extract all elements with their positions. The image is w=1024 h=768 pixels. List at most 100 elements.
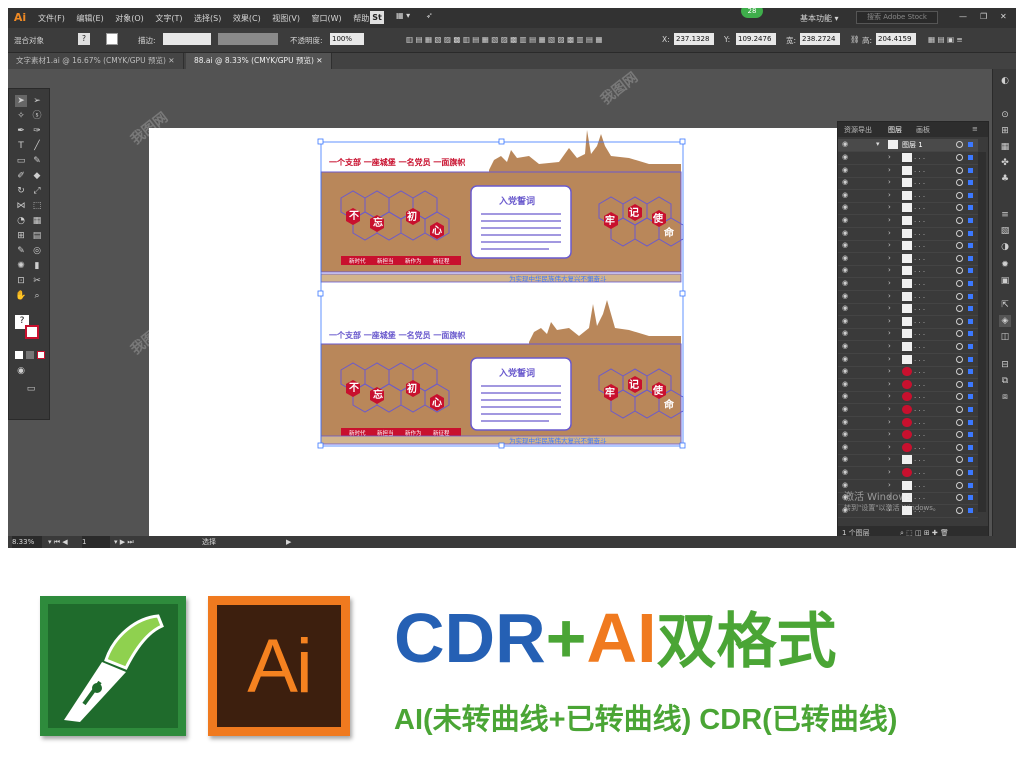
minimize-icon[interactable]: — <box>959 12 967 21</box>
target-icon[interactable] <box>956 292 963 300</box>
close-icon[interactable]: ✕ <box>1000 12 1007 21</box>
tab-asset-export[interactable]: 资源导出 <box>844 125 872 135</box>
expand-arrow-icon[interactable]: › <box>888 279 891 287</box>
expand-arrow-icon[interactable]: › <box>888 443 891 451</box>
lasso-tool-icon[interactable]: ⓢ <box>31 110 43 122</box>
expand-arrow-icon[interactable]: › <box>888 430 891 438</box>
panel-menu-icon[interactable]: ≡ <box>972 125 978 133</box>
target-icon[interactable] <box>956 305 963 313</box>
menu-view[interactable]: 视图(V) <box>272 14 300 23</box>
free-transform-tool-icon[interactable]: ⬚ <box>31 200 43 212</box>
target-icon[interactable] <box>956 179 963 187</box>
target-icon[interactable] <box>956 204 963 212</box>
menu-select[interactable]: 选择(S) <box>194 14 221 23</box>
rotate-tool-icon[interactable]: ↻ <box>15 185 27 197</box>
target-icon[interactable] <box>956 229 963 237</box>
align-controls[interactable]: ▥ ▤ ▦ ▧ ▨ ▩ ▥ ▤ ▦ ▧ ▨ ▩ ▥ ▤ ▦ ▧ ▨ ▩ ▥ ▤ … <box>406 35 603 44</box>
transparency-panel-icon[interactable]: ◑ <box>999 241 1011 253</box>
selection-indicator[interactable] <box>968 167 973 173</box>
target-icon[interactable] <box>956 481 963 489</box>
visibility-eye-icon[interactable]: ◉ <box>842 204 850 211</box>
stroke-panel-icon[interactable]: ≡ <box>999 209 1011 221</box>
selection-indicator[interactable] <box>968 255 973 261</box>
visibility-eye-icon[interactable]: ◉ <box>842 191 850 199</box>
variable-width-profile[interactable] <box>218 33 278 45</box>
shaper-tool-icon[interactable]: ✐ <box>15 170 27 182</box>
selection-indicator[interactable] <box>968 407 973 412</box>
export-panel-icon[interactable]: ⇱ <box>999 299 1011 311</box>
target-icon[interactable] <box>956 267 963 275</box>
fill-swatch[interactable]: ? <box>78 33 90 45</box>
y-input[interactable]: 109.2476 <box>736 33 776 45</box>
gradient-mode-icon[interactable] <box>26 351 34 359</box>
color-mode-icon[interactable] <box>15 351 23 359</box>
target-icon[interactable] <box>956 368 963 376</box>
target-icon[interactable] <box>956 456 963 464</box>
x-input[interactable]: 237.1328 <box>674 33 714 45</box>
line-tool-icon[interactable]: ╱ <box>31 140 43 152</box>
target-icon[interactable] <box>956 242 963 250</box>
layer-row[interactable]: ◉ › . . . <box>838 467 978 480</box>
layer-row[interactable]: ◉ › . . . <box>838 429 978 443</box>
symbols-panel-icon[interactable]: ♣ <box>999 173 1011 185</box>
arrange-documents-icon[interactable]: ▦ ▾ <box>396 11 410 20</box>
layer-row[interactable]: ◉ › . . . <box>838 404 978 417</box>
target-icon[interactable] <box>956 393 963 401</box>
layer-row[interactable]: ◉ › . . . <box>838 202 978 216</box>
expand-arrow-icon[interactable]: › <box>888 241 891 249</box>
zoom-menu-icon[interactable]: ▾ ⏮ ◀ <box>48 536 68 548</box>
target-icon[interactable] <box>956 217 963 224</box>
properties-panel-icon[interactable]: ⊙ <box>999 109 1011 121</box>
screen-mode-icon[interactable]: ▭ <box>23 383 39 395</box>
rectangle-tool-icon[interactable]: ▭ <box>15 155 27 167</box>
paintbrush-tool-icon[interactable]: ✎ <box>31 155 43 167</box>
eyedropper-tool-icon[interactable]: ✎ <box>15 245 27 257</box>
swatches-panel-icon[interactable]: ▦ <box>999 141 1011 153</box>
selection-indicator[interactable] <box>968 507 973 513</box>
target-icon[interactable] <box>956 355 963 363</box>
target-icon[interactable] <box>956 443 963 451</box>
restore-icon[interactable]: ❐ <box>980 12 987 21</box>
gpu-performance-icon[interactable]: ➶ <box>426 11 433 20</box>
color-panel-icon[interactable]: ◐ <box>999 75 1011 87</box>
target-icon[interactable] <box>956 380 963 388</box>
selection-indicator[interactable] <box>968 432 973 438</box>
target-icon[interactable] <box>956 166 963 174</box>
visibility-eye-icon[interactable]: ◉ <box>842 431 850 438</box>
visibility-eye-icon[interactable]: ◉ <box>842 305 850 312</box>
artboard-nav-icon[interactable]: ▾ ▶ ⏭ <box>114 536 134 548</box>
constrain-proportions-icon[interactable]: ⛓ <box>850 35 860 44</box>
menu-file[interactable]: 文件(F) <box>38 14 65 23</box>
visibility-eye-icon[interactable]: ◉ <box>842 154 850 161</box>
blend-tool-icon[interactable]: ◎ <box>31 245 43 257</box>
visibility-eye-icon[interactable]: ◉ <box>842 406 850 413</box>
target-icon[interactable] <box>956 343 963 350</box>
column-graph-tool-icon[interactable]: ▮ <box>31 260 43 272</box>
expand-arrow-icon[interactable]: › <box>888 191 891 199</box>
visibility-eye-icon[interactable]: ◉ <box>842 229 850 237</box>
visibility-eye-icon[interactable]: ◉ <box>842 355 850 363</box>
visibility-eye-icon[interactable]: ◉ <box>842 292 850 300</box>
visibility-eye-icon[interactable]: ◉ <box>842 418 850 426</box>
align-panel-icon[interactable]: ⊟ <box>999 359 1011 371</box>
selection-indicator[interactable] <box>968 180 973 186</box>
libraries-panel-icon[interactable]: ⊞ <box>999 125 1011 137</box>
selection-indicator[interactable] <box>968 230 973 236</box>
pathfinder-panel-icon[interactable]: ⧉ <box>999 375 1011 387</box>
width-input[interactable]: 238.2724 <box>800 33 840 45</box>
expand-arrow-icon[interactable]: › <box>888 405 891 413</box>
layer-row[interactable]: ◉ › . . . <box>838 442 978 455</box>
layers-panel-icon[interactable]: ◈ <box>999 315 1011 327</box>
brushes-panel-icon[interactable]: ✤ <box>999 157 1011 169</box>
selection-indicator[interactable] <box>968 218 973 223</box>
mesh-tool-icon[interactable]: ⊞ <box>15 230 27 242</box>
visibility-eye-icon[interactable]: ◉ <box>842 469 850 476</box>
perspective-grid-tool-icon[interactable]: ▦ <box>31 215 43 227</box>
layer-row[interactable]: ◉ › . . . <box>838 328 978 342</box>
curvature-tool-icon[interactable]: ✑ <box>31 125 43 137</box>
expand-arrow-icon[interactable]: › <box>888 292 891 300</box>
magic-wand-tool-icon[interactable]: ✧ <box>15 110 27 122</box>
visibility-eye-icon[interactable]: ◉ <box>842 343 850 350</box>
selection-indicator[interactable] <box>968 344 973 349</box>
layer-row[interactable]: ◉ › . . . <box>838 303 978 317</box>
